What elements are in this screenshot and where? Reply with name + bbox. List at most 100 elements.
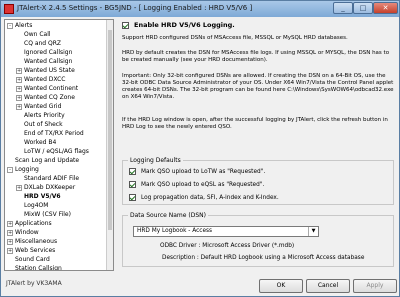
eqsl-requested-checkbox[interactable]: Mark QSO upload to eQSL as "Requested". <box>129 181 264 188</box>
lotw-requested-checkbox[interactable]: Mark QSO upload to LoTW as "Requested". <box>129 168 265 175</box>
tree-item-wanted-us-state[interactable]: + Wanted US State <box>16 66 75 75</box>
collapse-icon[interactable]: - <box>7 22 13 29</box>
collapse-icon[interactable]: - <box>7 166 13 173</box>
title-bar[interactable]: JTAlert-X 2.4.5 Settings - BG5JND - [ Lo… <box>1 1 399 17</box>
apply-button[interactable]: Apply <box>353 279 397 293</box>
tree-item-end-of-tx-rx-period[interactable]: End of TX/RX Period <box>16 129 84 138</box>
tree-item-label: Wanted US State <box>24 67 75 74</box>
tree-item-label: Worked B4 <box>24 139 57 146</box>
tree-item-label: Miscellaneous <box>15 238 58 245</box>
info-paragraph: Support HRD configured DSNs of MSAccess … <box>122 35 348 41</box>
tree-item-label: Standard ADIF File <box>24 175 80 182</box>
description-row: Description : Default HRD Logbook using … <box>162 255 364 261</box>
checkbox-box[interactable] <box>129 168 136 175</box>
tree-item-cq-and-qrz[interactable]: CQ and QRZ <box>16 39 61 48</box>
footer-label: JTAlert by VK3AMA <box>6 280 62 287</box>
cancel-button[interactable]: Cancel <box>306 279 350 293</box>
tree-item-lotw-eqsl-ag-flags[interactable]: LoTW / eQSL/AG flags <box>16 147 89 156</box>
tree-item-miscellaneous[interactable]: + Miscellaneous <box>7 237 57 246</box>
close-button[interactable]: ✕ <box>373 2 398 14</box>
expand-icon[interactable]: + <box>16 184 22 191</box>
tree-item-label: CQ and QRZ <box>24 40 62 47</box>
tree-item-station-callsign[interactable]: Station Callsign <box>7 264 62 271</box>
maximize-icon: □ <box>359 4 367 12</box>
tree-item-dxlab-dxkeeper[interactable]: + DXLab DXKeeper <box>16 183 75 192</box>
settings-window: JTAlert-X 2.4.5 Settings - BG5JND - [ Lo… <box>0 0 400 297</box>
propagation-data-checkbox[interactable]: Log propagation data, SFI, A-index and K… <box>129 194 279 201</box>
tree-item-wanted-callsign[interactable]: Wanted Callsign <box>16 57 72 66</box>
expand-icon[interactable]: + <box>7 229 13 236</box>
tree-item-label: Web Services <box>15 247 56 254</box>
tree-item-label: End of TX/RX Period <box>24 130 84 137</box>
tree-item-label: DXLab DXKeeper <box>24 184 76 191</box>
expand-icon[interactable]: + <box>16 76 22 83</box>
app-icon <box>4 4 14 14</box>
tree-item-web-services[interactable]: + Web Services <box>7 246 55 255</box>
tree-item-mixw-csv-file[interactable]: MixW (CSV File) <box>16 210 71 219</box>
tree-item-applications[interactable]: + Applications <box>7 219 52 228</box>
tree-item-label: Wanted Grid <box>24 103 62 110</box>
expand-icon[interactable]: + <box>16 103 22 110</box>
tree-item-hrd-v5-v6[interactable]: HRD V5/V6 <box>16 192 61 201</box>
tree-item-scan-log-and-update[interactable]: Scan Log and Update <box>7 156 79 165</box>
minimize-icon: _ <box>341 4 345 12</box>
enable-hrd-logging-checkbox[interactable]: Enable HRD V5/V6 Logging. <box>122 21 235 29</box>
close-icon: ✕ <box>382 4 389 12</box>
chevron-down-icon[interactable]: ▼ <box>308 227 318 236</box>
ok-button[interactable]: OK <box>259 279 303 293</box>
tree-item-wanted-cq-zone[interactable]: + Wanted CQ Zone <box>16 93 75 102</box>
maximize-button[interactable]: □ <box>353 2 373 14</box>
expand-icon[interactable]: + <box>16 85 22 92</box>
expand-icon[interactable]: + <box>7 247 13 254</box>
group-title: Data Source Name (DSN) <box>128 212 208 219</box>
tree-item-worked-b4[interactable]: Worked B4 <box>16 138 56 147</box>
driver-label: ODBC Driver : <box>160 243 201 249</box>
checkbox-box[interactable] <box>122 21 129 29</box>
tree-item-label: HRD V5/V6 <box>24 192 61 201</box>
tree-item-wanted-dxcc[interactable]: + Wanted DXCC <box>16 75 65 84</box>
tree-item-label: Logging <box>15 166 39 173</box>
scroll-thumb[interactable] <box>108 30 112 230</box>
tree-item-label: Window <box>15 229 39 236</box>
tree-item-logging[interactable]: - Logging <box>7 165 39 174</box>
expand-icon[interactable]: + <box>16 67 22 74</box>
description-value: Default HRD Logbook using a Microsoft Ac… <box>200 255 365 261</box>
settings-tree[interactable]: - Alerts Own Call CQ and QRZ Ignored Callsig… <box>4 19 114 271</box>
window-title: JTAlert-X 2.4.5 Settings - BG5JND - [ Lo… <box>17 4 253 12</box>
tree-item-window[interactable]: + Window <box>7 228 39 237</box>
tree-item-label: Ignored Callsign <box>24 49 73 56</box>
checkbox-label: Mark QSO upload to eQSL as "Requested". <box>141 181 265 188</box>
checkbox-box[interactable] <box>129 181 136 188</box>
tree-item-wanted-continent[interactable]: + Wanted Continent <box>16 84 78 93</box>
dsn-select[interactable]: HRD My Logbook - Access ▼ <box>133 226 319 237</box>
tree-item-standard-adif-file[interactable]: Standard ADIF File <box>16 174 79 183</box>
tree-item-wanted-grid[interactable]: + Wanted Grid <box>16 102 61 111</box>
tree-scrollbar[interactable] <box>106 20 113 270</box>
checkbox-label: Log propagation data, SFI, A-index and K… <box>141 194 279 201</box>
group-title: Logging Defaults <box>128 157 183 164</box>
tree-item-ignored-callsign[interactable]: Ignored Callsign <box>16 48 72 57</box>
tree-item-label: Sound Card <box>15 256 50 263</box>
tree-item-out-of-sheck[interactable]: Out of Sheck <box>16 120 63 129</box>
expand-icon[interactable]: + <box>7 238 13 245</box>
tree-item-alerts[interactable]: - Alerts <box>7 21 32 30</box>
tree-item-label: Out of Sheck <box>24 121 63 128</box>
tree-item-label: Station Callsign <box>15 265 62 271</box>
tree-item-log4om[interactable]: Log4OM <box>16 201 48 210</box>
minimize-button[interactable]: _ <box>333 2 353 14</box>
tree-item-label: Wanted Continent <box>24 85 79 92</box>
tree-item-label: Log4OM <box>24 202 49 209</box>
tree-item-label: MixW (CSV File) <box>24 211 71 218</box>
tree-item-alerts-priority[interactable]: Alerts Priority <box>16 111 65 120</box>
expand-icon[interactable]: + <box>16 94 22 101</box>
dsn-group: Data Source Name (DSN) HRD My Logbook - … <box>122 212 394 267</box>
description-label: Description : <box>162 255 199 261</box>
tree-item-own-call[interactable]: Own Call <box>16 30 51 39</box>
tree-item-label: Alerts <box>15 22 33 29</box>
expand-icon[interactable]: + <box>7 220 13 227</box>
tree-item-label: Own Call <box>24 31 51 38</box>
enable-label: Enable HRD V5/V6 Logging. <box>134 21 235 29</box>
checkbox-box[interactable] <box>129 194 136 201</box>
tree-item-sound-card[interactable]: Sound Card <box>7 255 50 264</box>
info-paragraph: HRD by default creates the DSN for MSAcc… <box>122 50 390 63</box>
